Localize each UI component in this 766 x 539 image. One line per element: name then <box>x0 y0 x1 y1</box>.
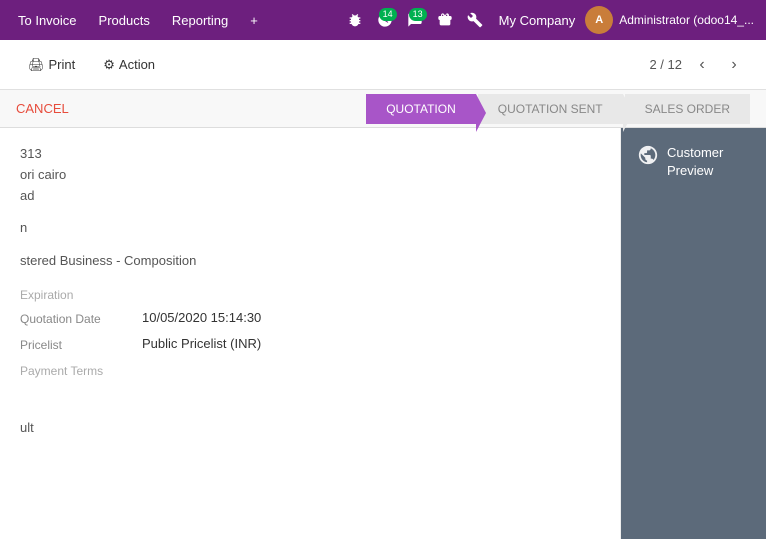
address-line-2: ori cairo <box>20 165 600 186</box>
chat-icon[interactable]: 13 <box>401 6 429 34</box>
clock-badge: 14 <box>379 8 397 21</box>
customer-preview-button[interactable]: Customer Preview <box>621 128 766 539</box>
gift-icon[interactable] <box>431 6 459 34</box>
bottom-line: ult <box>20 418 600 439</box>
admin-label[interactable]: Administrator (odoo14_... <box>615 13 758 27</box>
address-block-3: stered Business - Composition <box>20 251 600 272</box>
step-quotation[interactable]: QUOTATION <box>366 94 476 124</box>
avatar[interactable]: A <box>585 6 613 34</box>
pricelist-row: Pricelist Public Pricelist (INR) <box>20 336 600 352</box>
address-line-3: ad <box>20 186 600 207</box>
nav-add[interactable]: + <box>240 7 268 34</box>
payment-terms-label: Payment Terms <box>20 362 130 378</box>
action-label: Action <box>119 57 155 72</box>
pricelist-label: Pricelist <box>20 336 130 352</box>
right-panel: Customer Preview <box>621 128 766 539</box>
print-button[interactable]: 🖨 Print <box>20 53 83 77</box>
status-steps: QUOTATION QUOTATION SENT SALES ORDER <box>366 94 750 124</box>
address-block: 313 ori cairo ad <box>20 144 600 206</box>
step-sales-order[interactable]: SALES ORDER <box>625 94 750 124</box>
nav-reporting[interactable]: Reporting <box>162 7 238 34</box>
expiration-label: Expiration <box>20 288 600 302</box>
chat-badge: 13 <box>409 8 427 21</box>
address-line-4: n <box>20 218 600 239</box>
nav-to-invoice[interactable]: To Invoice <box>8 7 87 34</box>
clock-icon[interactable]: 14 <box>371 6 399 34</box>
pagination-text: 2 / 12 <box>649 57 682 72</box>
top-nav: To Invoice Products Reporting + 14 13 My… <box>0 0 766 40</box>
action-bar: 🖨 Print ⚙ Action 2 / 12 ‹ › <box>0 40 766 90</box>
prev-button[interactable]: ‹ <box>690 53 714 77</box>
main-content: 313 ori cairo ad n stered Business - Com… <box>0 128 766 539</box>
cancel-button[interactable]: CANCEL <box>16 101 69 116</box>
bug-icon[interactable] <box>341 6 369 34</box>
wrench-icon[interactable] <box>461 6 489 34</box>
pricelist-value: Public Pricelist (INR) <box>142 336 261 351</box>
company-name[interactable]: My Company <box>491 13 584 28</box>
globe-icon <box>637 144 659 172</box>
nav-products[interactable]: Products <box>89 7 160 34</box>
address-line-1: 313 <box>20 144 600 165</box>
step-quotation-sent[interactable]: QUOTATION SENT <box>478 94 623 124</box>
status-bar: CANCEL QUOTATION QUOTATION SENT SALES OR… <box>0 90 766 128</box>
gear-icon: ⚙ <box>103 57 115 73</box>
pagination-area: 2 / 12 ‹ › <box>649 53 746 77</box>
print-label: Print <box>49 57 76 72</box>
next-button[interactable]: › <box>722 53 746 77</box>
address-block-2: n <box>20 218 600 239</box>
quotation-date-row: Quotation Date 10/05/2020 15:14:30 <box>20 310 600 326</box>
payment-terms-row: Payment Terms <box>20 362 600 378</box>
quotation-date-label: Quotation Date <box>20 310 130 326</box>
action-button[interactable]: ⚙ Action <box>95 53 163 77</box>
address-line-6: stered Business - Composition <box>20 251 600 272</box>
left-panel: 313 ori cairo ad n stered Business - Com… <box>0 128 621 539</box>
customer-preview-label: Customer Preview <box>667 144 750 180</box>
printer-icon: 🖨 <box>28 57 45 73</box>
quotation-date-value: 10/05/2020 15:14:30 <box>142 310 261 325</box>
